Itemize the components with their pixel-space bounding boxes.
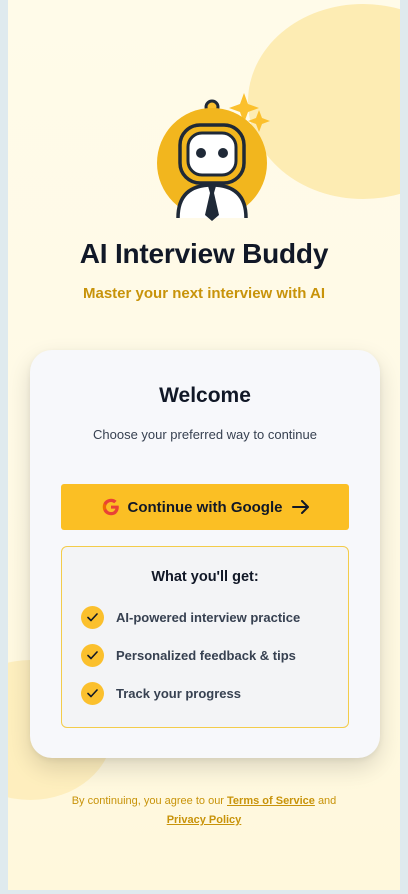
app-title: AI Interview Buddy [79,238,329,269]
card-title: Welcome [159,384,251,407]
privacy-policy-link[interactable]: Privacy Policy [167,814,242,826]
benefit-item: Personalized feedback & tips [81,643,296,667]
welcome-card: Welcome Choose your preferred way to con… [30,350,380,758]
benefit-item: AI-powered interview practice [81,605,300,629]
benefits-title: What you'll get: [151,569,259,585]
legal-notice: By continuing, you agree to our Terms of… [8,792,400,830]
check-icon [81,605,104,629]
continue-with-google-button[interactable]: Continue with Google [61,484,349,530]
login-screen: AI Interview Buddy Master your next inte… [8,0,400,890]
check-icon [81,643,104,667]
check-icon [81,681,104,705]
benefit-label: Personalized feedback & tips [116,647,296,663]
benefit-label: AI-powered interview practice [116,609,301,625]
legal-prefix: By continuing, you agree to our [71,795,224,807]
benefits-panel: What you'll get: AI-powered interview pr… [61,546,349,728]
terms-of-service-link[interactable]: Terms of Service [227,795,315,807]
card-subtitle: Choose your preferred way to continue [92,427,317,442]
benefit-label: Track your progress [116,685,241,701]
google-g-icon [100,496,122,518]
benefit-item: Track your progress [81,681,241,705]
legal-conjunction: and [317,795,337,807]
app-subtitle: Master your next interview with AI [83,285,325,302]
robot-mascot-icon [148,93,274,223]
google-button-label: Continue with Google [127,498,283,516]
arrow-right-icon [288,500,310,514]
